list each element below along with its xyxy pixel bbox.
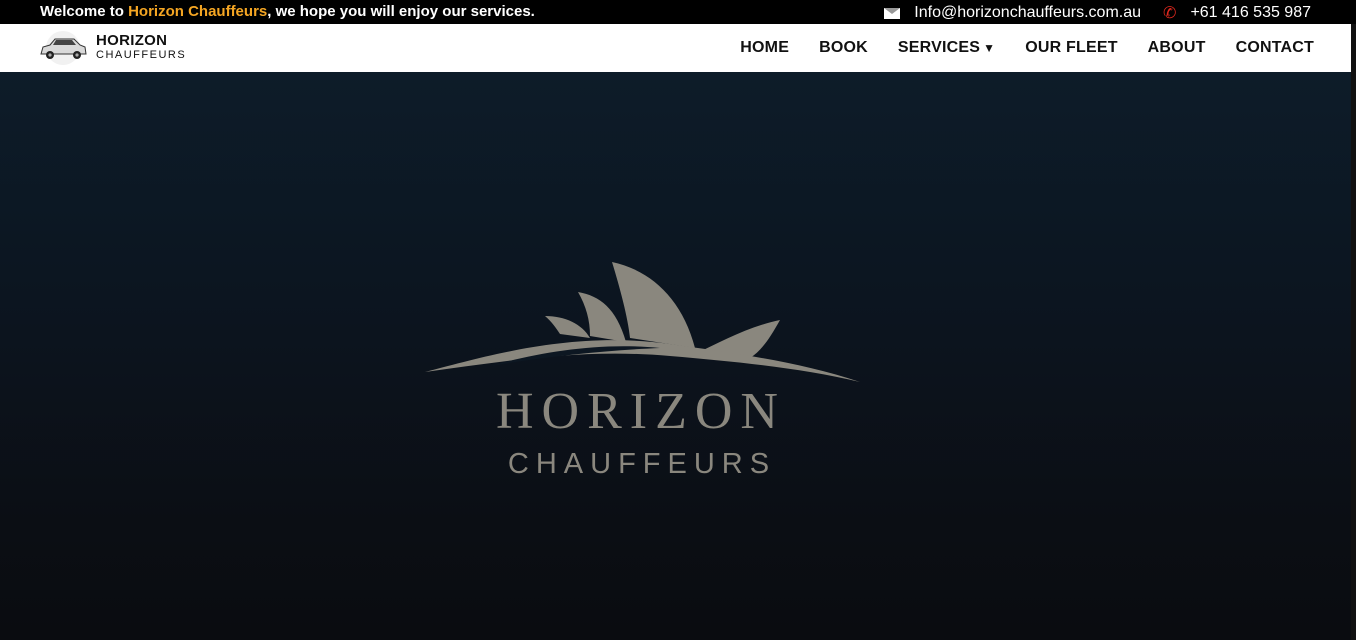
page-scrollbar[interactable]: [1351, 24, 1356, 640]
hero-section: HORIZON CHAUFFEURS: [0, 72, 1351, 640]
email-link[interactable]: Info@horizonchauffeurs.com.au: [914, 4, 1141, 22]
logo-subtitle: CHAUFFEURS: [96, 49, 187, 61]
nav-item-services[interactable]: SERVICES ▼: [898, 39, 995, 57]
caret-down-icon: ▼: [983, 41, 996, 55]
welcome-prefix: Welcome to: [40, 3, 129, 20]
phone-icon: ✆: [1163, 5, 1177, 22]
car-icon[interactable]: [36, 30, 90, 66]
welcome-brand: Horizon Chauffeurs: [128, 3, 268, 20]
nav-item-services-label: SERVICES: [897, 39, 981, 56]
nav-item-contact[interactable]: CONTACT: [1236, 39, 1314, 57]
main-navbar: HORIZON CHAUFFEURS HOME BOOK SERVICES ▼ O…: [0, 24, 1351, 72]
site-logo[interactable]: HORIZON CHAUFFEURS: [96, 33, 186, 62]
nav-item-our-fleet[interactable]: OUR FLEET: [1025, 39, 1117, 57]
hero-title: HORIZON: [496, 383, 786, 440]
nav-item-home[interactable]: HOME: [740, 39, 789, 57]
contact-info: Info@horizonchauffeurs.com.au ✆ +61 416 …: [884, 3, 1311, 23]
logo-title: HORIZON: [96, 32, 168, 49]
envelope-icon: [884, 7, 901, 19]
nav-menu: HOME BOOK SERVICES ▼ OUR FLEET ABOUT CONT…: [740, 39, 1314, 57]
welcome-message: Welcome to Horizon Chauffeurs, we hope y…: [40, 3, 535, 20]
phone-link[interactable]: +61 416 535 987: [1190, 4, 1311, 22]
welcome-suffix: , we hope you will enjoy our services.: [267, 3, 535, 20]
nav-item-book[interactable]: BOOK: [819, 39, 868, 57]
top-bar: Welcome to Horizon Chauffeurs, we hope y…: [0, 0, 1356, 24]
nav-item-about[interactable]: ABOUT: [1148, 39, 1206, 57]
hero-subtitle: CHAUFFEURS: [507, 448, 777, 480]
opera-house-logo: [425, 262, 860, 382]
